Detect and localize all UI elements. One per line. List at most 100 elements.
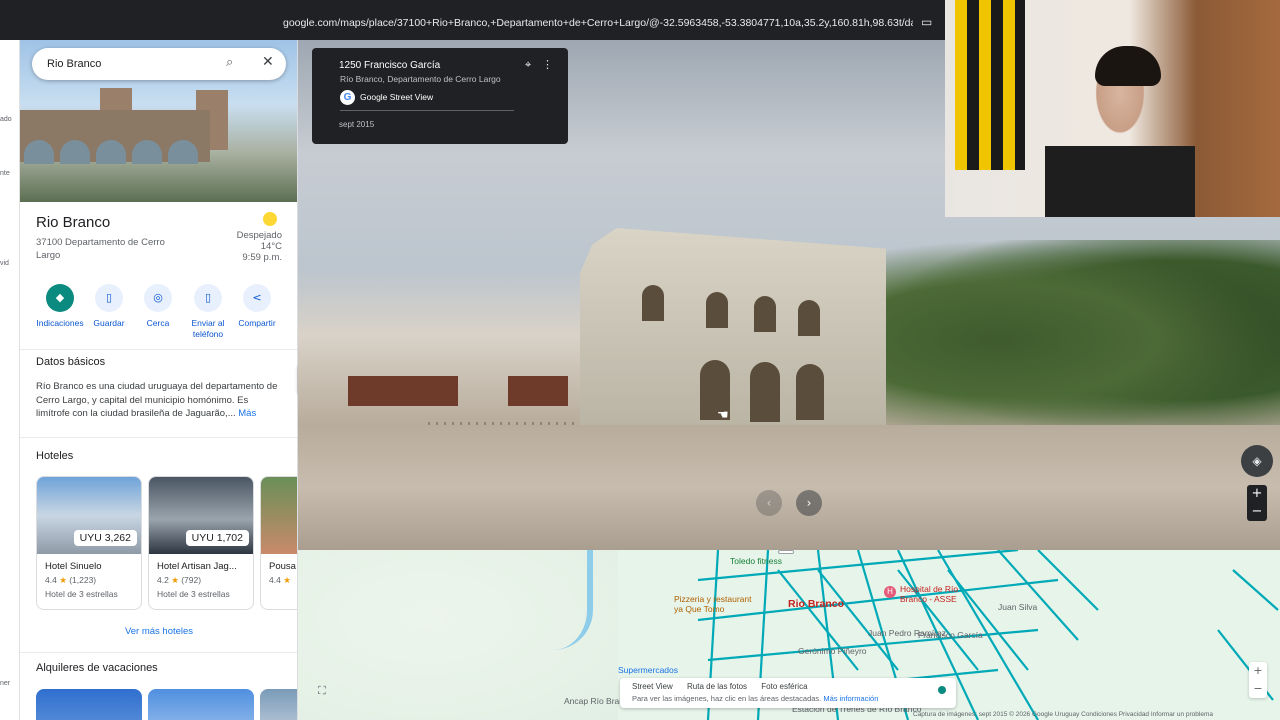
nearby-icon: ◎ bbox=[144, 284, 172, 312]
star-icon: ★ bbox=[283, 575, 291, 585]
fullscreen-icon[interactable]: ⛶ bbox=[318, 684, 326, 698]
search-input[interactable]: Rio Branco bbox=[47, 58, 101, 70]
sv-locality: Río Branco, Departamento de Cerro Largo bbox=[340, 74, 501, 84]
streetview-info-card: 1250 Francisco García Río Branco, Depart… bbox=[312, 48, 568, 144]
divider bbox=[340, 110, 514, 111]
divider bbox=[20, 349, 297, 350]
sv-train-car bbox=[348, 376, 458, 406]
pin-icon[interactable]: ⌖ bbox=[525, 58, 531, 72]
search-box[interactable]: Rio Branco ⌕ ✕ bbox=[32, 48, 286, 80]
zoom-out-icon[interactable]: − bbox=[1249, 680, 1267, 698]
rail-label: ado bbox=[0, 116, 12, 123]
rating-value: 4.4 bbox=[45, 575, 57, 585]
prev-photo-button[interactable]: ‹ bbox=[756, 490, 782, 516]
rentals-heading: Alquileres de vacaciones bbox=[36, 662, 158, 674]
mini-map[interactable]: Toledo fitness Pizzeria y restaurant ya … bbox=[298, 550, 1280, 720]
rating-value: 4.2 bbox=[157, 575, 169, 585]
hotel-name: Hotel Sinuelo bbox=[45, 561, 102, 572]
action-bar: ◆ Indicaciones ▯ Guardar ◎ Cerca ▯ Enviar al… bbox=[28, 284, 290, 344]
zoom-in-icon[interactable]: + bbox=[1249, 662, 1267, 680]
rental-card[interactable] bbox=[260, 689, 297, 720]
sun-icon bbox=[263, 212, 277, 226]
place-panel: Rio Branco ⌕ ✕ Rio Branco 37100 Departam… bbox=[20, 40, 298, 720]
basics-text: Río Branco es una ciudad uruguaya del de… bbox=[36, 380, 282, 421]
map-place-label: Rio Branco bbox=[788, 598, 845, 610]
legend-items: Street View Ruta de las fotos Foto esfér… bbox=[632, 682, 820, 691]
sv-window bbox=[798, 300, 820, 336]
toggle-icon[interactable] bbox=[938, 686, 946, 694]
sv-date[interactable]: sept 2015 bbox=[339, 120, 374, 129]
url-text[interactable]: google.com/maps/place/37100+Rio+Branco,+… bbox=[283, 17, 913, 29]
share-button[interactable]: < Compartir bbox=[227, 284, 287, 329]
zoom-control[interactable]: + − bbox=[1247, 485, 1267, 521]
sv-window bbox=[754, 296, 776, 332]
place-address: 37100 Departamento de Cerro Largo bbox=[36, 237, 165, 261]
local-time: 9:59 p.m. bbox=[242, 252, 282, 263]
review-count: (1,223) bbox=[69, 575, 97, 585]
hotel-photo bbox=[261, 477, 297, 554]
more-info-link[interactable]: Más información bbox=[823, 694, 878, 703]
hotel-card[interactable]: Pousa 4.4 ★ bbox=[260, 476, 297, 610]
hotel-price: UYU 1,702 bbox=[185, 530, 249, 546]
hotel-rating: 4.4 ★ (1,223) bbox=[45, 575, 96, 586]
map-zoom-control[interactable]: + − bbox=[1249, 662, 1267, 698]
rail-label: vid bbox=[0, 260, 9, 267]
map-poi-label[interactable]: Hospital de Río Branco - ASSE bbox=[900, 584, 972, 604]
map-street-label: Juan Silva bbox=[998, 602, 1038, 612]
legend-photo-route: Ruta de las fotos bbox=[687, 682, 748, 691]
more-options-icon[interactable]: ⋮ bbox=[542, 58, 553, 71]
hotel-rating: 4.2 ★ (792) bbox=[157, 575, 201, 586]
webcam-overlay bbox=[945, 0, 1280, 217]
cursor-icon: ☚ bbox=[717, 408, 729, 423]
zoom-in-icon[interactable]: + bbox=[1247, 485, 1267, 503]
left-rail: ado nte vid ner bbox=[0, 40, 20, 720]
hotel-card[interactable]: UYU 1,702 Hotel Artisan Jag... 4.2 ★ (79… bbox=[148, 476, 254, 610]
more-hotels-link[interactable]: Ver más hoteles bbox=[20, 626, 297, 637]
divider bbox=[20, 437, 297, 438]
map-street-label: Gerónimo Piñeyro bbox=[798, 646, 867, 656]
directions-icon: ◆ bbox=[46, 284, 74, 312]
next-photo-button[interactable]: › bbox=[796, 490, 822, 516]
map-poi-label[interactable]: Pizzeria y restaurant ya Que Tomo bbox=[674, 594, 758, 614]
zoom-out-icon[interactable]: − bbox=[1247, 503, 1267, 521]
star-icon: ★ bbox=[171, 575, 179, 585]
map-footer: Captura de imágenes: sept 2015 © 2026 Go… bbox=[913, 711, 1213, 718]
share-icon: < bbox=[243, 284, 271, 312]
basics-heading: Datos básicos bbox=[36, 356, 106, 368]
sv-door bbox=[796, 364, 824, 420]
close-icon[interactable]: ✕ bbox=[262, 54, 274, 70]
legend-spherical-photo: Foto esférica bbox=[761, 682, 808, 691]
divider bbox=[20, 652, 297, 653]
sv-train-car bbox=[508, 376, 568, 406]
map-poi-label[interactable]: Supermercados bbox=[618, 665, 678, 675]
map-poi-label[interactable]: Toledo fitness bbox=[730, 556, 782, 566]
rental-card[interactable] bbox=[36, 689, 142, 720]
rating-value: 4.4 bbox=[269, 575, 281, 585]
more-link[interactable]: Más bbox=[238, 408, 256, 419]
address-bar[interactable]: google.com/maps/place/37100+Rio+Branco,+… bbox=[0, 8, 945, 38]
rental-card[interactable] bbox=[148, 689, 254, 720]
sv-trees bbox=[878, 240, 1280, 440]
weather-status: Despejado bbox=[236, 230, 282, 241]
hospital-icon[interactable]: H bbox=[884, 586, 896, 598]
search-icon[interactable]: ⌕ bbox=[226, 55, 233, 70]
sv-address: 1250 Francisco García bbox=[339, 60, 441, 71]
webcam-jersey bbox=[955, 0, 1025, 170]
sv-window bbox=[706, 292, 728, 328]
resize-handle[interactable] bbox=[778, 550, 794, 554]
hotel-name: Pousa bbox=[269, 561, 296, 572]
google-logo-icon: G bbox=[340, 90, 355, 105]
hotel-price: UYU 3,262 bbox=[73, 530, 137, 546]
bookmark-icon: ▯ bbox=[95, 284, 123, 312]
hotels-heading: Hoteles bbox=[36, 450, 74, 462]
cast-icon[interactable]: ▭ bbox=[921, 15, 932, 29]
action-label: Compartir bbox=[238, 318, 276, 328]
star-icon: ★ bbox=[59, 575, 67, 585]
streetview-legend: Street View Ruta de las fotos Foto esfér… bbox=[620, 678, 956, 708]
compass-icon[interactable]: ◈ bbox=[1241, 445, 1273, 477]
hotel-card[interactable]: UYU 3,262 Hotel Sinuelo 4.4 ★ (1,223) Ho… bbox=[36, 476, 142, 610]
review-count: (792) bbox=[181, 575, 202, 585]
rail-label: nte bbox=[0, 170, 10, 177]
legend-hint: Para ver las imágenes, haz clic en las á… bbox=[632, 694, 878, 703]
hotel-rating: 4.4 ★ bbox=[269, 575, 291, 586]
